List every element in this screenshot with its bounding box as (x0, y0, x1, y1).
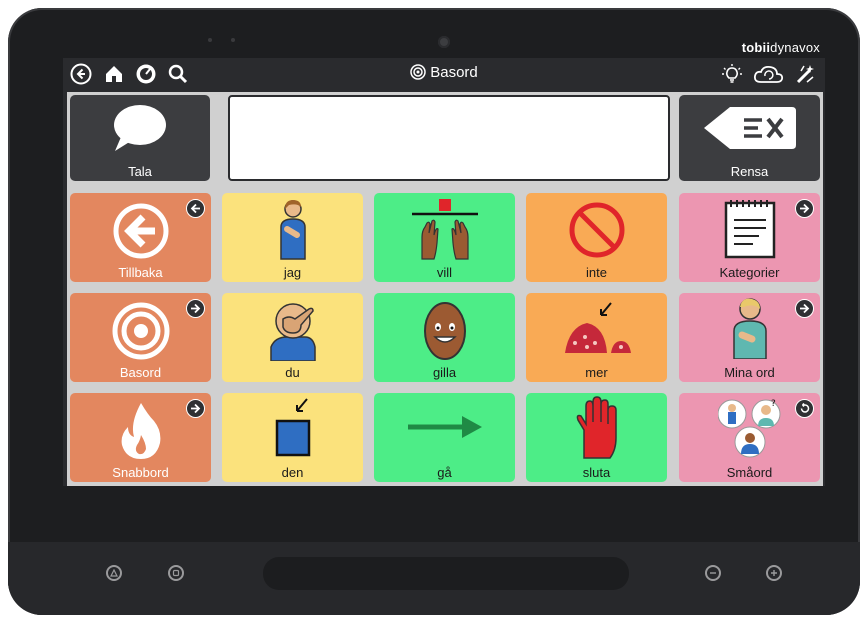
top-bar: Basord (63, 58, 825, 90)
word-tile-inte[interactable]: inte (526, 193, 667, 282)
sensor-dot (231, 38, 235, 42)
word-tile-jag[interactable]: jag (222, 193, 363, 282)
word-tile-vill[interactable]: vill (374, 193, 515, 282)
stop-hand-icon (574, 396, 620, 464)
person-me-icon (728, 297, 772, 363)
pointing-hand-icon (265, 297, 321, 365)
speaker-grille (263, 557, 629, 590)
square-pointer-icon (273, 397, 313, 463)
hw-triangle-button[interactable] (106, 565, 122, 581)
smaord-button[interactable]: ? Småord (679, 393, 820, 482)
page-title: Basord (63, 64, 825, 84)
back-badge-icon (186, 199, 205, 218)
edit-wand-icon[interactable] (794, 62, 818, 86)
svg-text:?: ? (771, 399, 776, 409)
forward-badge-icon (186, 299, 205, 318)
arrow-right-icon (406, 413, 484, 445)
sensor-dot (208, 38, 212, 42)
word-tile-ga[interactable]: gå (374, 393, 515, 482)
no-sign-icon (568, 201, 626, 263)
word-tile-den[interactable]: den (222, 393, 363, 482)
cloud-sync-icon[interactable] (751, 62, 787, 86)
flame-icon (116, 401, 166, 465)
target-icon (111, 301, 171, 365)
message-window[interactable] (228, 95, 670, 181)
forward-badge-icon (795, 299, 814, 318)
word-tile-sluta[interactable]: sluta (526, 393, 667, 482)
return-badge-icon (795, 399, 814, 418)
board-grid: Tala Rensa Tillbaka Basord Snabbord jag … (67, 92, 823, 486)
speech-bubble-icon (111, 103, 169, 157)
back-arrow-icon (113, 203, 169, 263)
word-tile-mer[interactable]: mer (526, 293, 667, 382)
person-self-icon (273, 199, 313, 265)
word-tile-du[interactable]: du (222, 293, 363, 382)
volume-up-button[interactable] (766, 565, 782, 581)
hw-square-button[interactable] (168, 565, 184, 581)
people-group-icon: ? (717, 396, 782, 464)
smiley-egg-icon (421, 297, 469, 365)
clear-text-icon (702, 105, 798, 155)
snabbord-button[interactable]: Snabbord (70, 393, 211, 482)
lightbulb-icon[interactable] (720, 62, 744, 86)
back-button[interactable]: Tillbaka (70, 193, 211, 282)
notepad-icon (723, 198, 777, 264)
forward-badge-icon (795, 199, 814, 218)
hands-reach-icon (410, 197, 480, 265)
word-tile-gilla[interactable]: gilla (374, 293, 515, 382)
volume-down-button[interactable] (705, 565, 721, 581)
clear-button[interactable]: Rensa (679, 95, 820, 181)
mina-ord-button[interactable]: Mina ord (679, 293, 820, 382)
forward-badge-icon (186, 399, 205, 418)
app-screen: Basord Tala Rensa Tillbaka Basord Snabbo… (63, 58, 825, 486)
speak-button[interactable]: Tala (70, 95, 210, 181)
more-pile-icon (559, 297, 635, 363)
basord-button[interactable]: Basord (70, 293, 211, 382)
camera-icon (438, 36, 450, 48)
kategorier-button[interactable]: Kategorier (679, 193, 820, 282)
target-small-icon (410, 64, 426, 84)
brand-logo: tobiidynavox (741, 40, 820, 55)
